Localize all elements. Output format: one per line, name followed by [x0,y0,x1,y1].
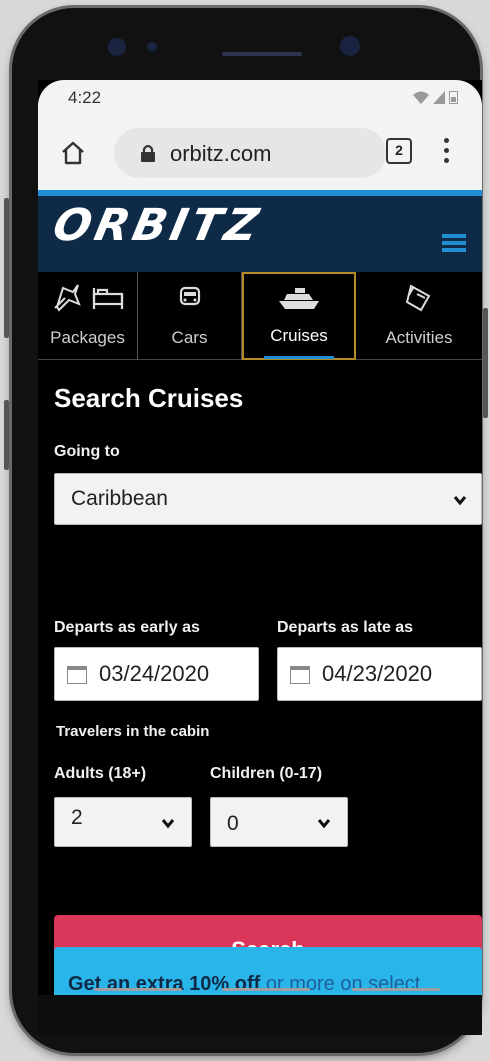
bottom-bezel [38,995,482,1035]
nav-gesture-bar [222,988,310,991]
going-to-select[interactable]: Caribbean [54,473,482,525]
depart-early-label: Departs as early as [54,619,200,636]
tab-switcher-button[interactable]: 2 [386,138,412,164]
going-to-value: Caribbean [71,487,168,510]
chevron-down-icon [317,819,331,829]
site-header: ORBITZ [38,190,482,272]
nav-gesture-bar [94,988,182,991]
adults-label: Adults (18+) [54,765,147,782]
orbitz-logo[interactable]: ORBITZ [49,200,267,251]
children-select[interactable]: 0 [210,797,348,847]
promo-rest-text: or more on select [260,973,421,995]
earpiece [222,52,302,56]
depart-late-value: 04/23/2020 [322,661,433,686]
depart-late-date-input[interactable]: 04/23/2020 [277,647,482,701]
tab-label: Activities [385,328,453,347]
depart-early-value: 03/24/2020 [99,661,210,686]
travelers-label: Travelers in the cabin [56,723,210,740]
bed-icon [92,288,123,309]
sensor-icon [147,42,157,52]
camera-icon [108,38,126,56]
overflow-menu-icon[interactable] [443,138,451,166]
going-to-label: Going to [54,443,120,460]
airplane-icon [53,284,81,312]
home-icon[interactable] [60,140,86,166]
tab-packages[interactable]: Packages [38,272,138,360]
tab-activities[interactable]: Activities [356,272,482,360]
adults-value: 2 [71,806,83,829]
children-value: 0 [227,812,239,835]
ship-icon [279,288,319,309]
signal-icon [433,91,445,104]
calendar-icon [67,666,87,684]
hamburger-menu-icon[interactable] [442,234,466,252]
front-camera-icon [340,36,360,56]
browser-toolbar: orbitz.com 2 [38,116,482,190]
search-type-tabs: Packages Cars Cruises Activities [38,272,482,360]
address-bar[interactable]: orbitz.com [114,128,386,178]
depart-late-label: Departs as late as [277,619,414,636]
phone-frame: 4:22 orbitz.com 2 ORBITZ Packages Cars C… [4,8,488,1053]
tab-cruises[interactable]: Cruises [242,272,356,360]
url-text: orbitz.com [170,141,272,166]
car-icon [179,286,200,306]
lock-icon [141,144,155,162]
cruise-search-form: Search Cruises Going to Caribbean Depart… [38,361,482,995]
status-time: 4:22 [68,88,102,107]
form-title: Search Cruises [54,383,244,413]
tab-label: Packages [50,328,125,347]
promo-bold-text: Get an extra 10% off [68,973,261,995]
promo-text: Get an extra 10% off or more on select [68,973,420,995]
screen: 4:22 orbitz.com 2 ORBITZ Packages Cars C… [38,80,482,995]
wifi-icon [413,91,429,104]
tab-label: Cars [171,328,208,347]
volume-button [4,198,9,338]
tab-cars[interactable]: Cars [138,272,242,360]
chevron-down-icon [453,496,467,506]
tab-label: Cruises [270,326,328,345]
ticket-icon [405,284,431,312]
chevron-down-icon [161,819,175,829]
calendar-icon [290,666,310,684]
bixby-button [4,400,9,470]
status-icons [413,90,458,104]
adults-select[interactable]: 2 [54,797,192,847]
power-button [483,308,488,418]
children-label: Children (0-17) [210,765,323,782]
battery-icon [449,91,458,104]
depart-early-date-input[interactable]: 03/24/2020 [54,647,259,701]
status-bar: 4:22 [38,80,482,116]
nav-gesture-bar [352,988,440,991]
